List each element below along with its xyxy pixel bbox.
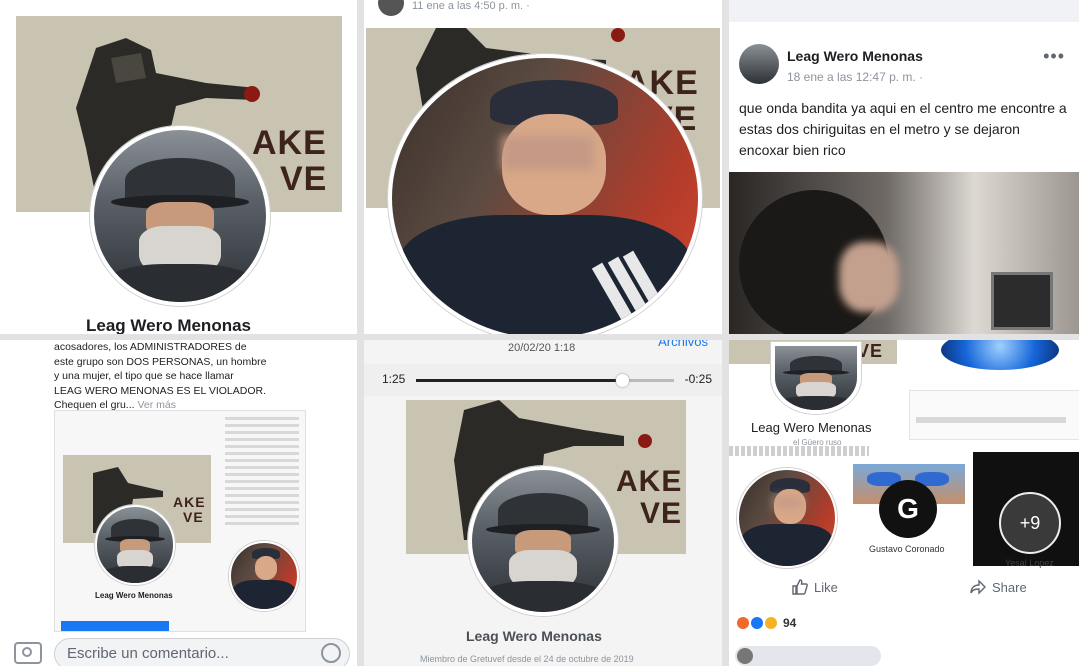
- blue-orb: [941, 340, 1059, 370]
- post-text: que onda bandita ya aqui en el centro me…: [739, 100, 1067, 158]
- friend-name[interactable]: Yesal Lopez: [1005, 558, 1054, 568]
- emoji-icon[interactable]: [321, 643, 341, 663]
- post-text-line: LEAG WERO MENONAS ES EL VIOLADOR.: [54, 384, 266, 397]
- blood-splash: [638, 434, 652, 448]
- panel-collage: VE Leag Wero Menonas el Güero ruso G Gus…: [729, 340, 1079, 666]
- post-body: acosadores, los ADMINISTRADORES de este …: [54, 340, 314, 413]
- embedded-screenshot: AKE VE Leag Wero Menonas: [54, 410, 306, 632]
- blood-splash: [244, 86, 260, 102]
- post-author[interactable]: Leag Wero Menonas: [787, 48, 923, 64]
- wow-reaction-icon: [765, 617, 777, 629]
- post-author-avatar[interactable]: [739, 44, 779, 84]
- like-button[interactable]: Like: [791, 578, 838, 596]
- elapsed-time: 1:25: [382, 372, 406, 386]
- divider: [357, 0, 364, 666]
- friend-initial: G: [897, 493, 919, 524]
- camera-icon[interactable]: [14, 642, 42, 664]
- friend-name[interactable]: Gustavo Coronado: [869, 544, 945, 554]
- panel-video-frame: 20/02/20 1:18 Archivos 1:25 -0:25 AKE VE…: [364, 340, 722, 666]
- post-photo[interactable]: [729, 172, 1079, 334]
- reactions-count: 94: [783, 616, 797, 630]
- mini-avatar: [378, 0, 404, 16]
- progress-knob[interactable]: [616, 374, 630, 387]
- panel-post: Leag Wero Menonas 18 ene a las 12:47 p. …: [729, 0, 1079, 334]
- playback-bar: 1:25 -0:25: [364, 364, 722, 396]
- progress-fill: [416, 379, 623, 382]
- angry-reaction-icon: [737, 617, 749, 629]
- mini-selfie-avatar: [229, 541, 299, 611]
- reactions-row[interactable]: 94: [737, 616, 796, 630]
- photo-person-face: [839, 242, 899, 312]
- post-timestamp: 11 ene a las 4:50 p. m. ·: [412, 0, 530, 12]
- share-label: Share: [992, 579, 1027, 595]
- top-strip: [729, 0, 1079, 22]
- post-text-line: y una mujer, el tipo que se hace llamar: [54, 370, 234, 382]
- post-text-line: este grupo son DOS PERSONAS, un hombre: [54, 355, 267, 368]
- mini-profile-name: Leag Wero Menonas: [95, 591, 173, 600]
- like-label: Like: [814, 579, 838, 595]
- blood-splash: [611, 28, 625, 42]
- video-date: 20/02/20 1:18: [508, 342, 576, 354]
- post-text-line: acosadores, los ADMINISTRADORES de: [54, 341, 247, 353]
- share-button[interactable]: Share: [969, 578, 1027, 596]
- mini-feed-header: [729, 446, 869, 456]
- more-options-icon[interactable]: •••: [1043, 46, 1065, 67]
- small-card: [909, 390, 1079, 440]
- more-friends-count[interactable]: +9: [1020, 513, 1041, 534]
- friend-selfie-avatar: [737, 468, 837, 568]
- mini-side-column: [225, 417, 299, 529]
- mini-profile-avatar: [95, 505, 175, 585]
- thumbs-up-icon: [792, 579, 808, 595]
- cover-text-line1: AKE: [252, 124, 327, 162]
- profile-avatar[interactable]: [388, 54, 702, 334]
- comment-placeholder: Escribe un comentario...: [67, 645, 229, 662]
- files-link[interactable]: Archivos: [658, 340, 708, 349]
- comment-preview: [735, 646, 881, 666]
- cover-text: AKE VE: [616, 465, 683, 530]
- profile-name[interactable]: Leag Wero Menonas: [86, 316, 251, 334]
- post-timestamp: 18 ene a las 12:47 p. m. ·: [787, 70, 924, 84]
- remaining-time: -0:25: [684, 372, 712, 386]
- divider: [722, 0, 729, 666]
- dark-photo: +9: [973, 452, 1079, 566]
- cover-text: AKE VE: [173, 494, 206, 525]
- panel-profile-cover-2: 11 ene a las 4:50 p. m. · AKE VE: [364, 0, 722, 334]
- comment-input[interactable]: Escribe un comentario...: [54, 638, 350, 666]
- photo-frame: [991, 272, 1053, 330]
- panel-screenshot-post: acosadores, los ADMINISTRADORES de este …: [0, 340, 357, 666]
- like-reaction-icon: [751, 617, 763, 629]
- progress-track[interactable]: [416, 374, 674, 387]
- profile-avatar: [771, 342, 861, 414]
- panel-profile-cover-1: AKE VE Leag Wero Menonas: [0, 0, 357, 334]
- share-icon: [970, 579, 986, 595]
- profile-avatar: [468, 466, 618, 616]
- member-since: Miembro de Gretuvef desde el 24 de octub…: [420, 654, 634, 664]
- profile-name: Leag Wero Menonas: [751, 420, 872, 435]
- friend-initial-avatar[interactable]: G: [879, 480, 937, 538]
- mini-blue-button: [61, 621, 169, 631]
- profile-name: Leag Wero Menonas: [466, 628, 602, 644]
- profile-avatar[interactable]: [90, 126, 270, 306]
